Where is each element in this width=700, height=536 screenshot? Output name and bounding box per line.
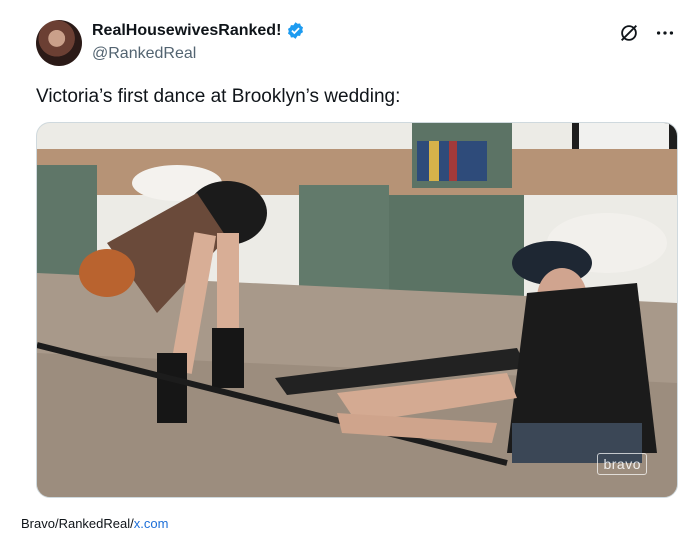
source-link[interactable]: x.com [134,516,169,531]
author-name-row: RealHousewivesRanked! [92,21,305,40]
image-source-credit: Bravo/RankedReal/x.com [21,516,168,531]
tweet-media[interactable]: bravo [36,122,678,498]
verified-badge-icon [286,21,305,40]
handle[interactable]: @RankedReal [92,45,196,63]
grok-icon[interactable] [618,22,640,44]
media-photo [37,123,677,497]
network-watermark: bravo [597,453,647,475]
display-name[interactable]: RealHousewivesRanked! [92,22,281,40]
source-prefix: Bravo/RankedReal/ [21,516,134,531]
tweet-text: Victoria’s first dance at Brooklyn’s wed… [36,86,401,107]
more-icon[interactable] [654,22,676,44]
avatar[interactable] [36,20,82,66]
tweet-actions [618,22,676,44]
